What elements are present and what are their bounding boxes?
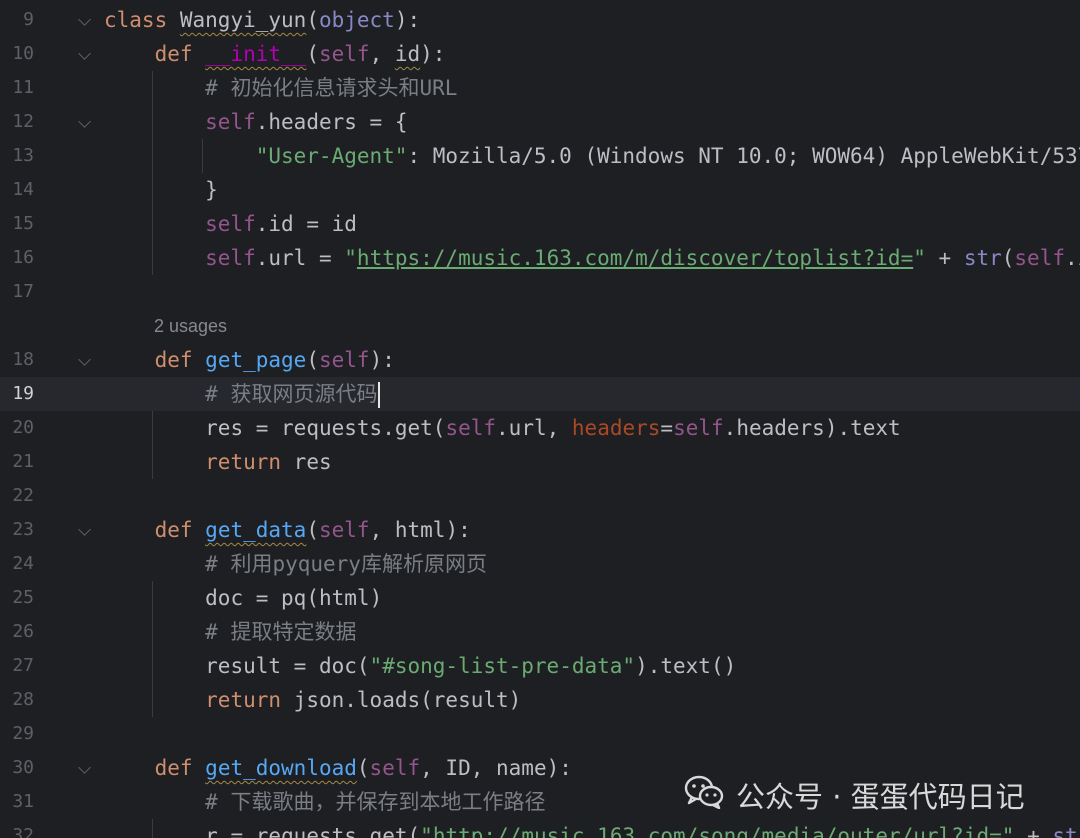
fold-chevron-icon[interactable] [78, 761, 91, 774]
code-text: # 下载歌曲，并保存到本地工作路径 [205, 790, 546, 814]
inlay-row: 2 usages [0, 309, 1080, 343]
code-text: self.id = id [205, 212, 357, 236]
fold-chevron-icon[interactable] [78, 523, 91, 536]
code-line[interactable]: 10 def __init__(self, id): [0, 37, 1080, 71]
code-line[interactable]: 27 result = doc("#song-list-pre-data").t… [0, 649, 1080, 683]
code-text: self.url = "https://music.163.com/m/disc… [205, 246, 1080, 270]
indent-guide [152, 411, 153, 479]
line-number: 9 [23, 9, 34, 30]
text-caret [378, 382, 381, 408]
code-line[interactable]: 11 # 初始化信息请求头和URL [0, 71, 1080, 105]
code-text: return res [205, 450, 332, 474]
indent-guide [202, 139, 203, 173]
line-number: 17 [12, 281, 34, 302]
line-number: 11 [12, 77, 34, 98]
code-line[interactable]: 23 def get_data(self, html): [0, 513, 1080, 547]
code-line[interactable]: 20 res = requests.get(self.url, headers=… [0, 411, 1080, 445]
fold-chevron-icon[interactable] [78, 353, 91, 366]
wechat-icon [684, 775, 736, 816]
fold-chevron-icon[interactable] [78, 115, 91, 128]
code-line[interactable]: 24 # 利用pyquery库解析原网页 [0, 547, 1080, 581]
code-text: result = doc("#song-list-pre-data").text… [205, 654, 737, 678]
watermark: 公众号 · 蛋蛋代码日记 [684, 775, 1025, 815]
line-number: 16 [12, 247, 34, 268]
code-line[interactable]: 13 "User-Agent": Mozilla/5.0 (Windows NT… [0, 139, 1080, 173]
line-number: 30 [12, 757, 34, 778]
line-number: 23 [12, 519, 34, 540]
code-line[interactable]: 26 # 提取特定数据 [0, 615, 1080, 649]
code-line[interactable]: 14 } [0, 173, 1080, 207]
code-text: # 初始化信息请求头和URL [205, 76, 458, 100]
line-number: 20 [12, 417, 34, 438]
usages-inlay-hint[interactable]: 2 usages [154, 309, 227, 343]
line-number: 25 [12, 587, 34, 608]
code-line[interactable]: 21 return res [0, 445, 1080, 479]
line-number: 21 [12, 451, 34, 472]
line-number: 14 [12, 179, 34, 200]
code-text: "User-Agent": Mozilla/5.0 (Windows NT 10… [255, 144, 1080, 168]
code-editor[interactable]: 9 class Wangyi_yun(object): 10 def __init_… [0, 0, 1080, 838]
code-line[interactable]: 25 doc = pq(html) [0, 581, 1080, 615]
code-line[interactable]: 17 [0, 275, 1080, 309]
line-number: 26 [12, 621, 34, 642]
fold-chevron-icon[interactable] [78, 47, 91, 60]
line-number: 31 [12, 791, 34, 812]
code-line[interactable]: 32 r = requests.get("http://music.163.co… [0, 819, 1080, 838]
code-text: def get_data(self, html): [154, 518, 471, 542]
code-line[interactable]: 9 class Wangyi_yun(object): [0, 3, 1080, 37]
line-number: 10 [12, 43, 34, 64]
line-number: 28 [12, 689, 34, 710]
line-number: 12 [12, 111, 34, 132]
code-text: # 提取特定数据 [205, 620, 357, 644]
indent-guide [152, 581, 153, 717]
code-line[interactable]: 19 # 获取网页源代码 [0, 377, 1080, 411]
code-line[interactable]: 18 def get_page(self): [0, 343, 1080, 377]
code-line[interactable]: 16 self.url = "https://music.163.com/m/d… [0, 241, 1080, 275]
fold-chevron-icon[interactable] [78, 13, 91, 26]
watermark-text: 公众号 · 蛋蛋代码日记 [736, 780, 1025, 814]
code-text: } [104, 178, 218, 202]
code-text: # 利用pyquery库解析原网页 [205, 552, 487, 576]
code-text: def __init__(self, id): [154, 42, 446, 66]
line-number: 22 [12, 485, 34, 506]
code-text: self.headers = { [205, 110, 408, 134]
indent-guide [152, 819, 153, 838]
line-number: 27 [12, 655, 34, 676]
code-line[interactable]: 29 [0, 717, 1080, 751]
code-text: doc = pq(html) [205, 586, 383, 610]
code-line[interactable]: 28 return json.loads(result) [0, 683, 1080, 717]
line-number: 15 [12, 213, 34, 234]
line-number: 19 [12, 383, 34, 404]
line-number: 18 [12, 349, 34, 370]
code-text: return json.loads(result) [205, 688, 522, 712]
code-text: r = requests.get("http://music.163.com/s… [205, 824, 1080, 838]
code-text: def get_download(self, ID, name): [154, 756, 572, 780]
line-number: 32 [12, 825, 34, 838]
code-text: res = requests.get(self.url, headers=sel… [205, 416, 901, 440]
code-text: def get_page(self): [154, 348, 395, 372]
code-text: class Wangyi_yun(object): [104, 8, 421, 32]
code-line[interactable]: 12 self.headers = { [0, 105, 1080, 139]
line-number: 29 [12, 723, 34, 744]
code-text: # 获取网页源代码 [104, 377, 381, 411]
code-line[interactable]: 22 [0, 479, 1080, 513]
line-number: 13 [12, 145, 34, 166]
indent-guide [152, 71, 153, 275]
code-line[interactable]: 15 self.id = id [0, 207, 1080, 241]
line-number: 24 [12, 553, 34, 574]
